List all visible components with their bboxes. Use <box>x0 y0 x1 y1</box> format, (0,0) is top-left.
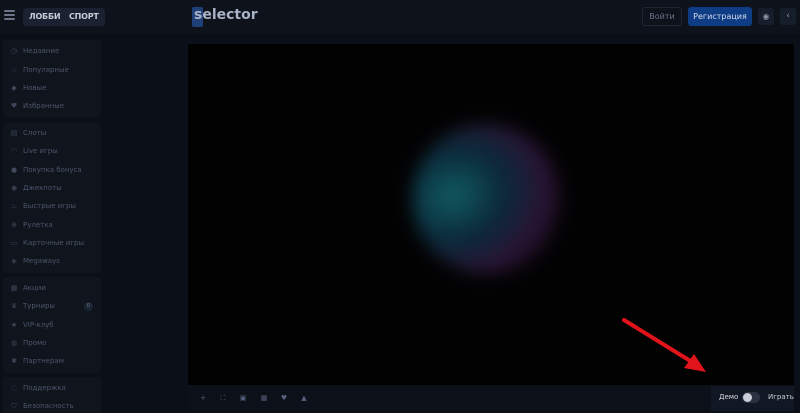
annotation-arrow <box>622 318 706 372</box>
arrow-shaft <box>622 318 694 364</box>
arrow-head <box>684 354 706 372</box>
